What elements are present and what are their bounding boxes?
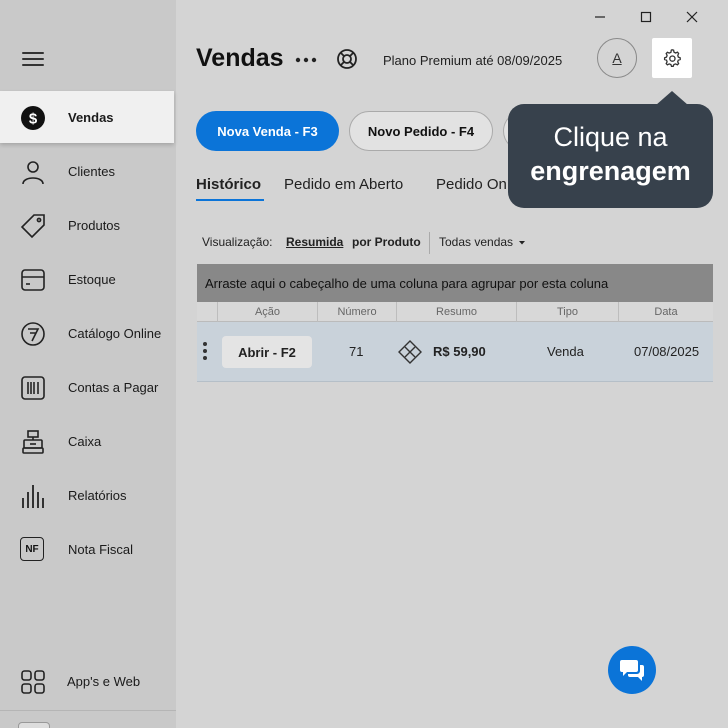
sidebar-divider <box>0 710 176 711</box>
tab-historico[interactable]: Histórico <box>196 176 261 193</box>
sales-filter-value: Todas vendas <box>439 235 514 249</box>
box-icon <box>21 269 45 291</box>
sidebar-item-label: Contas a Pagar <box>68 379 159 395</box>
row-menu-icon[interactable] <box>203 342 209 362</box>
minimize-icon <box>595 16 605 18</box>
sidebar: $ Vendas Clientes Produtos Estoque Catál… <box>0 0 176 728</box>
chat-icon <box>620 660 644 681</box>
visualization-label: Visualização: <box>202 235 273 249</box>
cell-resumo: R$ 59,90 <box>433 344 486 359</box>
sidebar-item-label: Nota Fiscal <box>68 541 134 557</box>
column-header-data[interactable]: Data <box>618 302 713 322</box>
support-lifebuoy-icon[interactable] <box>336 48 358 70</box>
column-header-numero[interactable]: Número <box>317 302 396 322</box>
maximize-icon <box>640 11 652 23</box>
sidebar-footer-control[interactable] <box>18 722 50 728</box>
minimize-button[interactable] <box>590 8 610 26</box>
tooltip-line2: engrenagem <box>530 156 691 186</box>
sidebar-item-label: Clientes <box>68 163 115 179</box>
barcode-icon <box>21 376 45 400</box>
grid-icon <box>21 670 45 694</box>
sidebar-item-label: App's e Web <box>67 673 141 689</box>
group-by-hint: Arraste aqui o cabeçalho de uma coluna p… <box>205 275 609 291</box>
sidebar-item-produtos[interactable]: Produtos <box>0 199 176 251</box>
new-order-button[interactable]: Novo Pedido - F4 <box>349 111 493 151</box>
view-por-produto[interactable]: por Produto <box>352 235 421 249</box>
page-title: Vendas <box>196 44 284 72</box>
tab-pedido-online[interactable]: Pedido On <box>436 176 507 193</box>
svg-text:$: $ <box>29 111 38 128</box>
tag-icon <box>20 214 45 239</box>
sales-filter-dropdown[interactable]: Todas vendas <box>439 235 526 249</box>
hamburger-menu-icon[interactable] <box>22 52 44 70</box>
sidebar-item-label: Produtos <box>68 217 121 233</box>
bar-chart-icon <box>22 485 44 508</box>
sidebar-item-vendas[interactable]: $ Vendas <box>0 91 174 143</box>
sidebar-item-label: Estoque <box>68 271 116 287</box>
sidebar-item-label: Vendas <box>68 109 114 125</box>
sidebar-item-catalogo-online[interactable]: Catálogo Online <box>0 307 176 359</box>
column-header-tipo[interactable]: Tipo <box>516 302 618 322</box>
tooltip: Clique na engrenagem <box>508 104 713 208</box>
caret-down-icon <box>519 240 526 245</box>
sidebar-item-contas-a-pagar[interactable]: Contas a Pagar <box>0 361 176 413</box>
sidebar-item-label: Caixa <box>68 433 102 449</box>
column-header-menu[interactable] <box>197 302 217 322</box>
plan-status: Plano Premium até 08/09/2025 <box>383 53 563 68</box>
cash-register-icon <box>22 430 44 454</box>
avatar[interactable]: A <box>597 38 637 78</box>
column-header-resumo[interactable]: Resumo <box>396 302 516 322</box>
new-sale-button[interactable]: Nova Venda - F3 <box>196 111 339 151</box>
settings-button[interactable] <box>652 38 692 78</box>
group-by-drop-zone[interactable]: Arraste aqui o cabeçalho de uma coluna p… <box>197 264 713 302</box>
column-header-acao[interactable]: Ação <box>217 302 317 322</box>
sidebar-item-label: Catálogo Online <box>68 325 162 341</box>
tab-pedido-em-aberto[interactable]: Pedido em Aberto <box>284 176 403 193</box>
tooltip-line1: Clique na <box>553 122 668 152</box>
avatar-letter: A <box>612 50 622 66</box>
nf-icon-text: NF <box>25 543 39 555</box>
chat-button[interactable] <box>608 646 656 694</box>
open-sale-button[interactable]: Abrir - F2 <box>222 336 312 368</box>
cell-numero: 71 <box>349 344 364 359</box>
sidebar-item-caixa[interactable]: Caixa <box>0 415 176 467</box>
sidebar-item-apps[interactable]: App's e Web <box>0 655 176 707</box>
maximize-button[interactable] <box>636 8 656 26</box>
sidebar-item-clientes[interactable]: Clientes <box>0 145 176 197</box>
user-icon <box>22 161 44 185</box>
grid-header: Ação Número Resumo Tipo Data <box>197 302 713 322</box>
close-icon <box>686 11 698 23</box>
view-resumida[interactable]: Resumida <box>286 235 343 249</box>
nf-icon: NF <box>20 537 44 561</box>
pix-icon <box>398 340 422 364</box>
sidebar-item-nota-fiscal[interactable]: NF Nota Fiscal <box>0 523 176 575</box>
tooltip-arrow <box>656 91 688 105</box>
cell-tipo: Venda <box>547 344 584 359</box>
cell-data: 07/08/2025 <box>634 344 700 359</box>
sidebar-item-estoque[interactable]: Estoque <box>0 253 176 305</box>
active-tab-indicator <box>196 199 264 201</box>
sidebar-item-label: Relatórios <box>68 487 127 503</box>
dollar-icon: $ <box>21 106 45 130</box>
visualization-divider <box>429 232 430 254</box>
more-options-icon[interactable] <box>294 50 318 70</box>
table-row[interactable]: Abrir - F2 71 R$ 59,90 Venda 07/08/2025 <box>197 322 713 382</box>
catalog-icon <box>21 322 45 346</box>
close-window-button[interactable] <box>682 8 702 26</box>
sidebar-item-relatorios[interactable]: Relatórios <box>0 469 176 521</box>
gear-icon <box>663 49 681 67</box>
